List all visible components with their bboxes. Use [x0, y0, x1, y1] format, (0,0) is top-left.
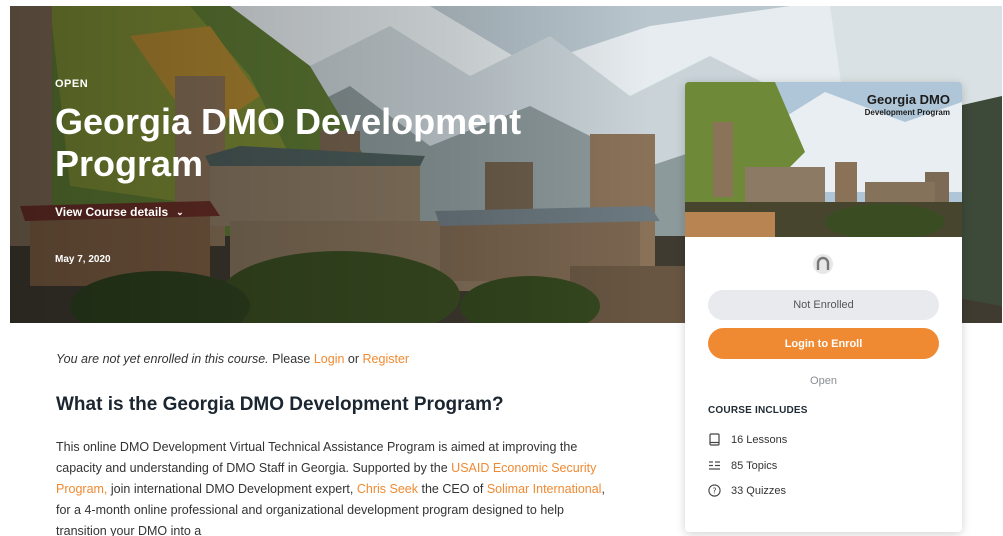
notice-please: Please: [272, 352, 311, 366]
enrollment-notice: You are not yet enrolled in this course.…: [56, 352, 409, 366]
login-to-enroll-button[interactable]: Login to Enroll: [708, 328, 939, 359]
lessons-count: 16 Lessons: [731, 433, 788, 446]
user-avatar-icon: [813, 254, 833, 274]
includes-topics-row: 85 Topics: [708, 459, 777, 472]
thumbnail-title-main: Georgia DMO: [866, 92, 950, 107]
notice-or: or: [347, 352, 360, 366]
course-includes-heading: COURSE INCLUDES: [708, 405, 808, 416]
list-icon: [709, 461, 720, 470]
question-circle-icon: ?: [708, 484, 721, 497]
description-text-3: the CEO of: [421, 482, 484, 496]
book-icon: [709, 433, 720, 446]
course-open-status: Open: [810, 375, 837, 387]
solimar-international-link[interactable]: Solimar International: [487, 482, 602, 496]
includes-lessons-row: 16 Lessons: [708, 433, 787, 446]
thumbnail-title-sub: Development Program: [864, 108, 950, 117]
quizzes-count: 33 Quizzes: [731, 484, 787, 497]
enrollment-status-badge: Not Enrolled: [708, 290, 939, 320]
course-status-label: OPEN: [55, 78, 89, 90]
register-link[interactable]: Register: [363, 352, 410, 366]
view-course-details-label: View Course details: [55, 205, 169, 219]
view-course-details-link[interactable]: View Course details ⌄: [55, 205, 184, 219]
login-link[interactable]: Login: [314, 352, 345, 366]
chris-seek-link[interactable]: Chris Seek: [357, 482, 418, 496]
notice-text: You are not yet enrolled in this course.: [56, 352, 269, 366]
includes-quizzes-row: ? 33 Quizzes: [708, 484, 786, 497]
course-enrollment-card: Georgia DMO Development Program Not Enro…: [685, 82, 962, 532]
course-description: This online DMO Development Virtual Tech…: [56, 437, 616, 536]
section-heading: What is the Georgia DMO Development Prog…: [56, 394, 504, 415]
course-title: Georgia DMO Development Program: [55, 101, 522, 184]
course-date: May 7, 2020: [55, 254, 111, 265]
course-thumbnail: Georgia DMO Development Program: [685, 82, 962, 237]
svg-text:?: ?: [712, 486, 716, 495]
topics-count: 85 Topics: [731, 459, 778, 472]
chevron-down-icon: ⌄: [176, 206, 184, 217]
description-text-2: join international DMO Development exper…: [110, 482, 354, 496]
thumbnail-title: Georgia DMO Development Program: [865, 92, 950, 117]
